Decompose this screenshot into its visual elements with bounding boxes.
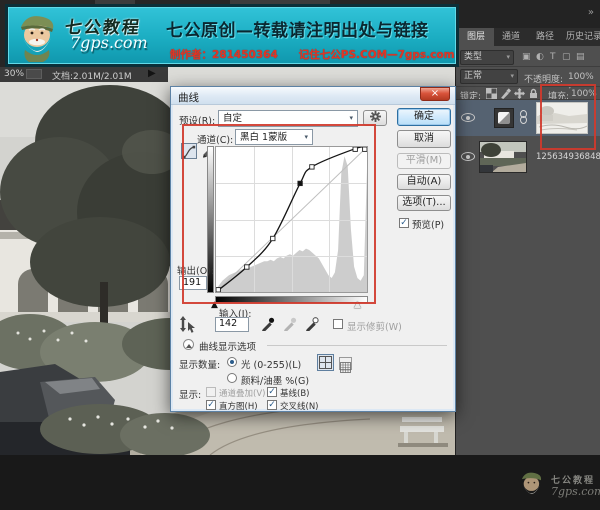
layer-filter-kind-select[interactable]: ▾ 类型 xyxy=(460,50,514,65)
status-mini-button[interactable] xyxy=(26,69,42,79)
auto-button[interactable]: 自动(A) xyxy=(397,174,451,190)
show-clipping-checkbox[interactable] xyxy=(333,319,343,329)
layers-panel: » 图层 通道 路径 历史记录 ▾ 类型 ▣ ◐ T ▢ ▤ ▾ 正常 不透明度… xyxy=(455,0,600,455)
divider xyxy=(267,345,447,346)
logo-site: 7gps.com xyxy=(70,33,148,52)
show-label: 显示: xyxy=(179,387,201,401)
filter-type-layers-icon[interactable]: T xyxy=(550,52,556,62)
pasteboard-bottom: 七公教程 7gps.com xyxy=(0,455,600,510)
old-man-logo xyxy=(12,10,64,64)
lock-position-move-icon[interactable] xyxy=(514,88,525,99)
photo-thumb-art xyxy=(480,142,526,172)
panel-tabs-bar: 图层 通道 路径 历史记录 xyxy=(456,28,600,46)
layer-name[interactable]: 1256349368481 xyxy=(536,152,600,162)
chevron-down-icon: ▾ xyxy=(506,51,510,64)
pigment-mode-label: 颜料/油墨 %(G) xyxy=(241,373,309,387)
blend-mode-select[interactable]: ▾ 正常 xyxy=(460,69,518,84)
photoshop-screen: 七公教程 7gps.com 七公原创—转载请注明出处与链接 制作者：281450… xyxy=(0,0,600,510)
layer-visibility-eye-icon[interactable] xyxy=(461,113,475,122)
ok-button[interactable]: 确定 xyxy=(397,108,451,126)
layer-visibility-eye-icon[interactable] xyxy=(461,152,475,161)
light-mode-radio[interactable] xyxy=(227,357,237,367)
filter-kind-label: 类型 xyxy=(464,52,482,62)
lock-pixels-brush-icon[interactable] xyxy=(500,88,511,99)
panel-group-header: » xyxy=(456,0,600,28)
gear-icon xyxy=(370,111,381,122)
tab-channels[interactable]: 通道 xyxy=(494,28,528,46)
collapse-panels-icon[interactable]: » xyxy=(588,7,593,18)
baseline-label: 基线(B) xyxy=(280,387,309,399)
cancel-button[interactable]: 取消 xyxy=(397,130,451,148)
show-amount-label: 显示数量: xyxy=(179,357,220,371)
black-point-eyedropper-icon[interactable] xyxy=(261,316,277,332)
pigment-mode-radio[interactable] xyxy=(227,373,237,383)
lock-transparency-icon[interactable] xyxy=(486,88,497,99)
channel-overlays-checkbox xyxy=(206,387,216,397)
grid-fine-icon xyxy=(340,362,351,373)
options-section-header: 曲线显示选项 xyxy=(199,339,256,353)
status-flyout-arrow[interactable]: ▶ xyxy=(148,68,156,79)
targeted-adjustment-tool-icon[interactable] xyxy=(179,315,197,333)
lock-all-icon[interactable] xyxy=(528,88,539,99)
preview-label: 预览(P) xyxy=(412,217,444,231)
smooth-button: 平滑(M) xyxy=(397,153,451,169)
histogram-label: 直方图(H) xyxy=(219,400,258,412)
preview-checkbox[interactable]: ✓ xyxy=(399,218,409,228)
divider xyxy=(456,66,600,67)
watermark-site: 7gps.com xyxy=(551,485,600,498)
dialog-titlebar[interactable]: 曲线 × xyxy=(171,87,455,105)
white-point-eyedropper-icon[interactable] xyxy=(305,316,321,332)
tab-history[interactable]: 历史记录 xyxy=(562,28,600,46)
tab-paths[interactable]: 路径 xyxy=(528,28,562,46)
show-clipping-label: 显示修剪(W) xyxy=(347,319,402,333)
chevron-down-icon: ▾ xyxy=(510,70,514,83)
simple-grid-button[interactable] xyxy=(317,354,334,371)
filter-smart-object-icon[interactable]: ▤ xyxy=(576,52,585,62)
mask-link-icon[interactable] xyxy=(520,110,527,126)
watermark: 七公教程 7gps.com xyxy=(517,469,597,507)
histogram-checkbox[interactable]: ✓ xyxy=(206,400,216,410)
banner-subline: 制作者：281450364 记住七公PS.COM—7gps.com xyxy=(170,47,455,62)
filter-pixel-layers-icon[interactable]: ▣ xyxy=(522,52,531,62)
dialog-title: 曲线 xyxy=(178,90,199,105)
intersection-line-checkbox[interactable]: ✓ xyxy=(267,400,277,410)
black-white-adjustment-thumbnail[interactable] xyxy=(494,108,514,128)
light-mode-label: 光 (0-255)(L) xyxy=(241,357,301,371)
filter-shape-layers-icon[interactable]: ▢ xyxy=(562,52,571,62)
photo-layer-thumbnail[interactable] xyxy=(479,141,527,173)
tutorial-banner: 七公教程 7gps.com 七公原创—转载请注明出处与链接 制作者：281450… xyxy=(5,4,459,67)
collapse-section-icon[interactable] xyxy=(183,339,194,350)
baseline-checkbox[interactable]: ✓ xyxy=(267,387,277,397)
input-value-field[interactable]: 142 xyxy=(215,317,249,332)
channel-overlays-label: 通道叠加(V) xyxy=(219,387,265,399)
detailed-grid-button[interactable] xyxy=(339,357,352,370)
intersection-line-label: 交叉线(N) xyxy=(280,400,319,412)
lock-icons-group xyxy=(486,88,542,99)
filter-adjustment-layers-icon[interactable]: ◐ xyxy=(536,52,544,62)
document-status-bar: 30% 文档:2.01M/2.01M ▶ xyxy=(0,67,168,82)
document-size-info: 文档:2.01M/2.01M xyxy=(52,69,132,82)
annotation-rect-curve-area xyxy=(182,124,376,304)
blend-mode-value: 正常 xyxy=(464,71,482,81)
watermark-old-man-logo xyxy=(517,469,547,501)
grid-coarse-icon xyxy=(318,355,333,370)
tab-layers[interactable]: 图层 xyxy=(458,28,494,46)
annotation-rect-mask-thumbnail xyxy=(540,84,596,150)
bw-adjustment-icon xyxy=(498,112,510,124)
banner-headline: 七公原创—转载请注明出处与链接 xyxy=(166,16,460,41)
gray-point-eyedropper-icon[interactable] xyxy=(283,316,299,332)
preset-value: 自定 xyxy=(223,113,242,124)
zoom-level[interactable]: 30% xyxy=(4,69,24,79)
options-button[interactable]: 选项(T)... xyxy=(397,195,451,211)
close-icon[interactable]: × xyxy=(420,87,450,101)
